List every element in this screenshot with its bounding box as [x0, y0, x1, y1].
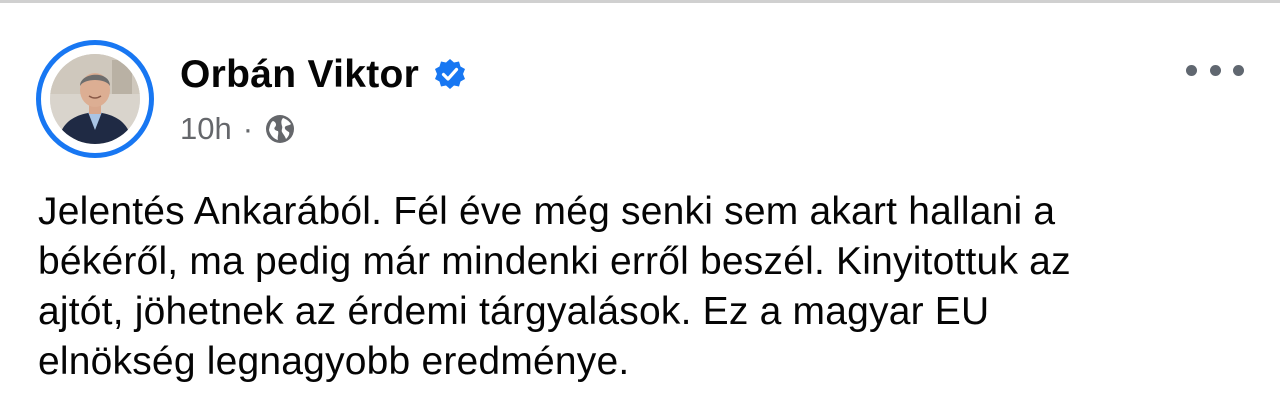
more-dot [1186, 64, 1197, 76]
more-options-button[interactable] [1186, 55, 1244, 85]
globe-icon[interactable] [264, 113, 296, 145]
verified-badge-icon [433, 58, 467, 92]
avatar-photo [50, 54, 140, 144]
meta-separator: · [242, 111, 254, 146]
more-dot [1233, 64, 1244, 76]
facebook-post: Orbán Viktor 10h · Jelentés Ankarából. F… [0, 3, 1280, 401]
timestamp[interactable]: 10h [180, 111, 232, 147]
post-text-line: békéről, ma pedig már mindenki erről bes… [38, 240, 1071, 283]
post-body-text: Jelentés Ankarából. Fél éve még senki se… [38, 187, 1258, 387]
post-header: Orbán Viktor [180, 49, 467, 101]
post-text-line: Jelentés Ankarából. Fél éve még senki se… [38, 190, 1056, 233]
avatar-story-ring[interactable] [36, 40, 154, 158]
more-dot [1209, 64, 1221, 76]
post-meta: 10h · [180, 109, 296, 149]
author-name[interactable]: Orbán Viktor [180, 53, 419, 97]
post-text-line: ajtót, jöhetnek az érdemi tárgyalások. E… [38, 290, 990, 333]
post-text-line: elnökség legnagyobb eredménye. [38, 340, 630, 383]
avatar[interactable] [50, 54, 140, 144]
